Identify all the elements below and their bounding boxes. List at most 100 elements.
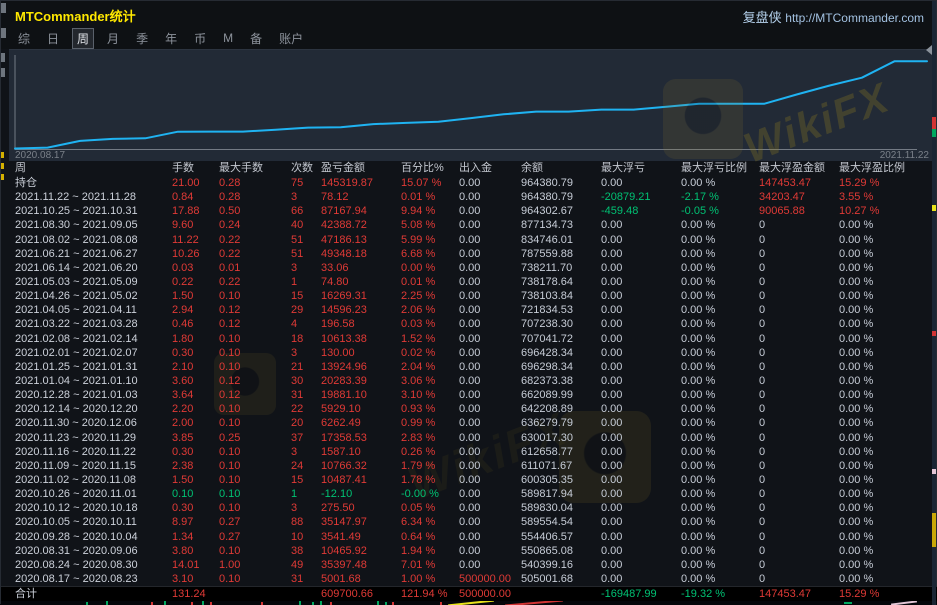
cell: 589554.54 xyxy=(521,515,599,529)
table-row[interactable]: 2020.11.02 ~ 2020.11.081.500.101510487.4… xyxy=(1,473,937,487)
menu-item-1[interactable]: 综 xyxy=(14,29,34,48)
cell: 0.00 xyxy=(601,303,679,317)
cell: 540399.16 xyxy=(521,558,599,572)
cell: 49348.18 xyxy=(321,247,399,261)
table-row[interactable]: 2021.10.25 ~ 2021.10.3117.880.506687167.… xyxy=(1,204,937,218)
cell: 1.52 % xyxy=(401,332,457,346)
table-row[interactable]: 2021.01.04 ~ 2021.01.103.600.123020283.3… xyxy=(1,374,937,388)
table-row[interactable]: 2021.03.22 ~ 2021.03.280.460.124196.580.… xyxy=(1,317,937,331)
table-row[interactable]: 2021.02.01 ~ 2021.02.070.300.103130.000.… xyxy=(1,346,937,360)
cell: 0.00 % xyxy=(681,247,757,261)
table-row[interactable]: 2021.11.22 ~ 2021.11.280.840.28378.120.0… xyxy=(1,190,937,204)
cell: 611071.67 xyxy=(521,459,599,473)
table-row[interactable]: 持仓21.000.2875145319.8715.07 %0.00964380.… xyxy=(1,176,937,190)
cell: 0.03 % xyxy=(401,317,457,331)
table-row[interactable]: 2020.08.31 ~ 2020.09.063.800.103810465.9… xyxy=(1,544,937,558)
cell: 0.00 % xyxy=(681,416,757,430)
cell: 0.00 % xyxy=(681,431,757,445)
cell: 0.00 xyxy=(601,459,679,473)
table-row[interactable]: 2021.06.21 ~ 2021.06.2710.260.225149348.… xyxy=(1,247,937,261)
cell: 0.00 xyxy=(459,515,519,529)
cell: 0.00 xyxy=(459,176,519,190)
cell: 275.50 xyxy=(321,501,399,515)
total-row[interactable]: 合计131.24609700.66121.94 %500000.00-16948… xyxy=(1,586,937,601)
table-row[interactable]: 2020.11.09 ~ 2020.11.152.380.102410766.3… xyxy=(1,459,937,473)
cell: 2021.02.01 ~ 2021.02.07 xyxy=(15,346,170,360)
cell: 2021.05.03 ~ 2021.05.09 xyxy=(15,275,170,289)
edge-artifact xyxy=(1,28,6,38)
cell: 0.00 xyxy=(601,346,679,360)
table-row[interactable]: 2020.08.17 ~ 2020.08.233.100.10315001.68… xyxy=(1,572,937,586)
table-row[interactable]: 2020.10.05 ~ 2020.10.118.970.278835147.9… xyxy=(1,515,937,529)
cell: 0.00 xyxy=(601,275,679,289)
menu-item-7[interactable]: 币 xyxy=(190,29,210,48)
cell: 0.28 xyxy=(219,176,289,190)
menu-item-2[interactable]: 日 xyxy=(43,29,63,48)
cell: 2020.08.24 ~ 2020.08.30 xyxy=(15,558,170,572)
mini-chart-strip xyxy=(1,601,937,605)
cell: 2021.03.22 ~ 2021.03.28 xyxy=(15,317,170,331)
table-row[interactable]: 2020.08.24 ~ 2020.08.3014.011.004935397.… xyxy=(1,558,937,572)
cell: 31 xyxy=(291,572,319,586)
menu-item-10[interactable]: 账户 xyxy=(275,29,307,48)
cell: 2020.12.14 ~ 2020.12.20 xyxy=(15,402,170,416)
cell: 3.06 % xyxy=(401,374,457,388)
table-row[interactable]: 2020.11.16 ~ 2020.11.220.300.1031587.100… xyxy=(1,445,937,459)
table-row[interactable]: 2020.09.28 ~ 2020.10.041.340.27103541.49… xyxy=(1,530,937,544)
table-row[interactable]: 2021.02.08 ~ 2021.02.141.800.101810613.3… xyxy=(1,332,937,346)
cell: 0.00 % xyxy=(839,332,936,346)
table-row[interactable]: 2021.04.26 ~ 2021.05.021.500.101516269.3… xyxy=(1,289,937,303)
brand-url[interactable]: http://MTCommander.com xyxy=(785,11,924,25)
cell: 505001.68 xyxy=(521,572,599,586)
cell: 0.00 % xyxy=(681,218,757,232)
cell: 14.01 xyxy=(172,558,217,572)
cell: 8.97 xyxy=(172,515,217,529)
cell: 0 xyxy=(759,544,837,558)
table-row[interactable]: 2020.12.14 ~ 2020.12.202.200.10225929.10… xyxy=(1,402,937,416)
equity-curve-line xyxy=(15,61,927,148)
cell: 0.30 xyxy=(172,346,217,360)
cell: 0.00 xyxy=(459,374,519,388)
title-bar[interactable]: MTCommander统计 复盘侠 http://MTCommander.com xyxy=(1,1,936,27)
table-row[interactable]: 2021.08.30 ~ 2021.09.059.600.244042388.7… xyxy=(1,218,937,232)
menu-item-6[interactable]: 年 xyxy=(161,29,181,48)
cell: 2020.08.31 ~ 2020.09.06 xyxy=(15,544,170,558)
cell: -459.48 xyxy=(601,204,679,218)
menu-item-8[interactable]: M xyxy=(219,30,237,46)
cell: 3.64 xyxy=(172,388,217,402)
table-row[interactable]: 2020.10.26 ~ 2020.11.010.100.101-12.10-0… xyxy=(1,487,937,501)
cell: 636279.79 xyxy=(521,416,599,430)
menu-item-3[interactable]: 周 xyxy=(72,28,94,49)
table-row[interactable]: 2020.12.28 ~ 2021.01.033.640.123119881.1… xyxy=(1,388,937,402)
cell: 0 xyxy=(759,218,837,232)
menu-item-4[interactable]: 月 xyxy=(103,29,123,48)
cell: 0 xyxy=(759,445,837,459)
cell: 5.99 % xyxy=(401,233,457,247)
cell: -169487.99 xyxy=(601,587,679,601)
cell: 2020.11.16 ~ 2020.11.22 xyxy=(15,445,170,459)
cell: 738178.64 xyxy=(521,275,599,289)
cell: 16269.31 xyxy=(321,289,399,303)
table-row[interactable]: 2021.01.25 ~ 2021.01.312.100.102113924.9… xyxy=(1,360,937,374)
table-row[interactable]: 2021.08.02 ~ 2021.08.0811.220.225147186.… xyxy=(1,233,937,247)
menu-item-5[interactable]: 季 xyxy=(132,29,152,48)
table-row[interactable]: 2021.06.14 ~ 2021.06.200.030.01333.060.0… xyxy=(1,261,937,275)
strip-line-yellow xyxy=(448,601,494,605)
cell: 131.24 xyxy=(172,587,217,601)
cell: 0.00 % xyxy=(681,289,757,303)
cell: 0.00 xyxy=(459,487,519,501)
table-row[interactable]: 2020.10.12 ~ 2020.10.180.300.103275.500.… xyxy=(1,501,937,515)
menu-item-9[interactable]: 备 xyxy=(246,29,266,48)
header-cell: 周 xyxy=(15,161,170,175)
cell: 3.60 xyxy=(172,374,217,388)
strip-tick xyxy=(202,601,204,605)
header-cell: 最大浮盈金额 xyxy=(759,161,837,175)
table-row[interactable]: 2020.11.30 ~ 2020.12.062.000.10206262.49… xyxy=(1,416,937,430)
table-row[interactable]: 2021.05.03 ~ 2021.05.090.220.22174.800.0… xyxy=(1,275,937,289)
table-row[interactable]: 2020.11.23 ~ 2020.11.293.850.253717358.5… xyxy=(1,431,937,445)
table-row[interactable]: 2021.04.05 ~ 2021.04.112.940.122914596.2… xyxy=(1,303,937,317)
cell: 0 xyxy=(759,261,837,275)
cell: 2020.11.09 ~ 2020.11.15 xyxy=(15,459,170,473)
cell: 0.00 % xyxy=(839,275,936,289)
cell: 31 xyxy=(291,388,319,402)
